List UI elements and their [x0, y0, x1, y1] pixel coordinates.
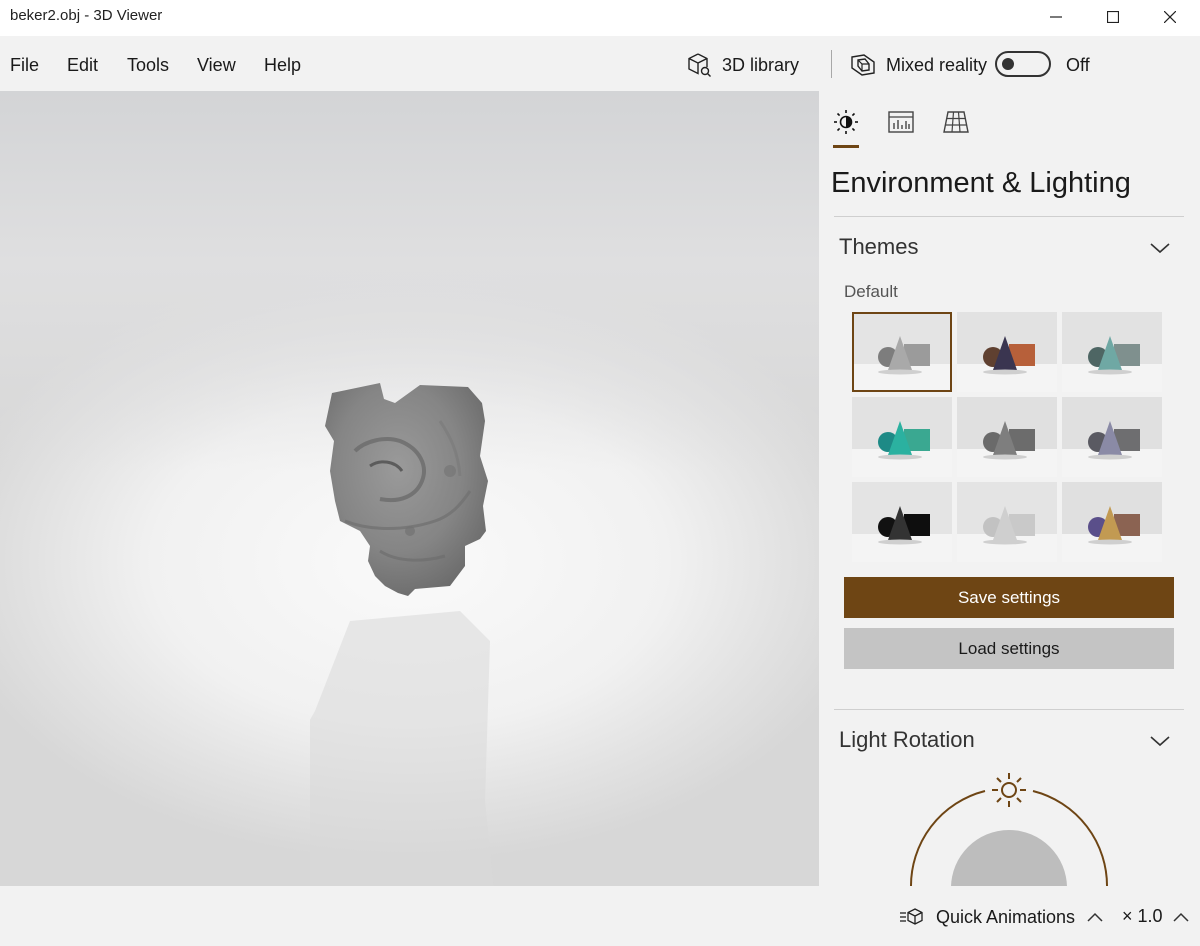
speed-label: × 1.0 — [1122, 906, 1163, 926]
quick-animations-button[interactable]: Quick Animations — [900, 906, 1103, 928]
animation-cube-icon — [900, 908, 923, 925]
menu-file[interactable]: File — [10, 55, 39, 76]
grid-icon — [943, 111, 969, 133]
theme-preview — [852, 397, 952, 477]
chevron-down-icon — [1150, 243, 1170, 254]
theme-swatch[interactable] — [957, 312, 1057, 392]
chevron-up-icon — [1087, 912, 1103, 922]
tab-grid[interactable] — [941, 107, 971, 137]
tab-statistics[interactable] — [886, 107, 916, 137]
stats-icon — [888, 111, 914, 133]
save-settings-button[interactable]: Save settings — [844, 577, 1174, 618]
menu-help[interactable]: Help — [264, 55, 301, 76]
sun-icon — [834, 110, 858, 134]
toggle-state-label: Off — [1066, 55, 1090, 75]
theme-swatch[interactable] — [1062, 312, 1162, 392]
themes-sublabel: Default — [844, 282, 898, 301]
minimize-button[interactable] — [1028, 0, 1084, 34]
section-divider — [834, 709, 1184, 710]
theme-swatch[interactable] — [852, 397, 952, 477]
theme-swatch[interactable] — [852, 312, 952, 392]
theme-preview — [852, 482, 952, 562]
theme-preview — [957, 397, 1057, 477]
3d-viewport[interactable] — [0, 91, 819, 886]
load-settings-button[interactable]: Load settings — [844, 628, 1174, 669]
theme-preview — [1062, 482, 1162, 562]
side-panel: Environment & Lighting Themes Default Sa… — [819, 91, 1200, 886]
cube-search-icon — [688, 53, 711, 77]
status-bar: Quick Animations × 1.0 — [0, 886, 1200, 946]
maximize-icon — [1107, 11, 1119, 23]
menu-edit[interactable]: Edit — [67, 55, 98, 76]
mixed-reality-label: Mixed reality — [886, 54, 988, 75]
theme-preview — [957, 482, 1057, 562]
mixed-reality-button[interactable]: Mixed reality — [850, 50, 987, 80]
3d-model[interactable] — [310, 381, 510, 886]
tab-environment-lighting[interactable] — [831, 107, 861, 137]
light-rotation-header: Light Rotation — [839, 727, 975, 752]
mixed-reality-toggle[interactable] — [995, 51, 1051, 77]
mixed-reality-icon — [851, 54, 875, 76]
theme-preview — [1062, 312, 1162, 392]
active-tab-indicator — [833, 145, 859, 148]
light-rotation-dial[interactable] — [899, 768, 1119, 886]
3d-library-button[interactable]: 3D library — [686, 50, 799, 80]
speed-button[interactable]: × 1.0 — [1122, 906, 1189, 927]
close-button[interactable] — [1142, 0, 1198, 34]
toggle-knob — [1002, 58, 1014, 70]
chevron-down-icon — [1150, 736, 1170, 747]
window-title: beker2.obj - 3D Viewer — [10, 7, 163, 24]
theme-preview — [957, 312, 1057, 392]
theme-swatch[interactable] — [957, 482, 1057, 562]
chevron-up-icon — [1173, 912, 1189, 922]
themes-header: Themes — [839, 234, 919, 259]
panel-title: Environment & Lighting — [831, 167, 1131, 199]
theme-grid — [852, 312, 1162, 562]
light-sun-icon[interactable] — [992, 773, 1026, 807]
light-dial-sphere — [951, 830, 1067, 886]
menu-tools[interactable]: Tools — [127, 55, 169, 76]
theme-swatch[interactable] — [1062, 482, 1162, 562]
theme-preview — [1062, 397, 1162, 477]
maximize-button[interactable] — [1085, 0, 1141, 34]
close-icon — [1164, 11, 1176, 23]
title-bar: beker2.obj - 3D Viewer — [0, 0, 1200, 36]
theme-preview — [852, 312, 952, 392]
theme-swatch[interactable] — [1062, 397, 1162, 477]
theme-swatch[interactable] — [852, 482, 952, 562]
section-divider — [834, 216, 1184, 217]
3d-library-label: 3D library — [722, 54, 800, 75]
minimize-icon — [1050, 16, 1062, 18]
menu-view[interactable]: View — [197, 55, 236, 76]
menu-divider — [831, 50, 832, 78]
quick-animations-label: Quick Animations — [936, 906, 1076, 927]
theme-swatch[interactable] — [957, 397, 1057, 477]
menu-bar: File Edit Tools View Help 3D library Mix… — [0, 36, 1200, 91]
